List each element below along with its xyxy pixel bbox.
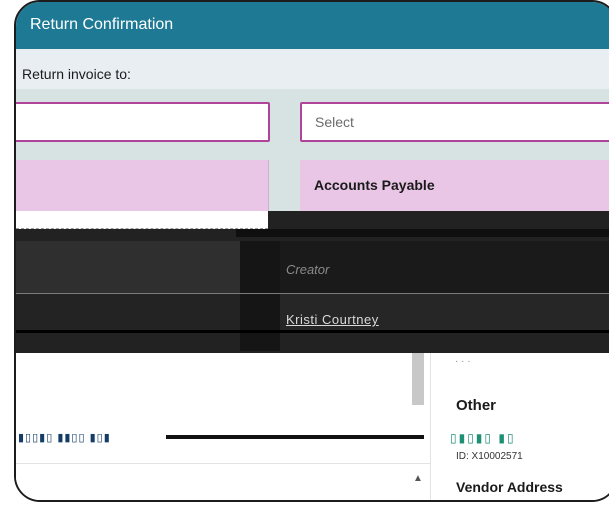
section-other-heading: Other (456, 397, 497, 414)
creator-name-link[interactable]: Kristi Courtney (286, 312, 379, 327)
scroll-up-arrow-icon[interactable]: ▲ (409, 470, 427, 488)
return-target-columns: Select Accounts Payable (16, 89, 609, 212)
vendor-details-pane: · · · Other ▯▮▯▮▯ ▮▯ ID: X10002571 Vendo… (430, 353, 609, 500)
scrollbar-thumb[interactable] (412, 353, 424, 405)
left-option-cell[interactable] (16, 160, 269, 212)
title-bar: Return Confirmation (16, 2, 609, 49)
creator-role-label: Creator (286, 262, 330, 277)
glitch-header-bar (236, 229, 609, 237)
vendor-id: ID: X10002571 (456, 451, 523, 462)
person-panel: Creator Kristi Courtney (16, 211, 609, 353)
garbled-text: ▮▯▯▮▯ ▮▮▯▯ ▮▯▮ (18, 432, 111, 444)
return-invoice-row: Return invoice to: (16, 49, 609, 89)
vendor-name-garbled: ▯▮▯▮▯ ▮▯ (450, 431, 516, 445)
glitch-post (240, 241, 280, 351)
glitch-white-strip (16, 211, 268, 229)
dialog-title: Return Confirmation (30, 16, 174, 33)
dialog-window: Return Confirmation Return invoice to: S… (14, 0, 609, 502)
return-select[interactable]: Select (300, 102, 609, 142)
divider (166, 435, 424, 439)
select-placeholder: Select (315, 114, 354, 130)
divider (16, 463, 430, 464)
invoice-list-pane: ▮▯▯▮▯ ▮▮▯▯ ▮▯▮ ▲ (16, 353, 430, 500)
glitch-band (16, 241, 240, 293)
glitch-band (16, 294, 240, 330)
vendor-address-heading: Vendor Address (456, 479, 563, 495)
garbled-text: · · · (455, 356, 471, 367)
accounts-payable-option[interactable]: Accounts Payable (300, 160, 609, 212)
divider (16, 330, 609, 333)
accounts-payable-label: Accounts Payable (314, 177, 435, 193)
return-input-left[interactable] (16, 102, 270, 142)
lower-panel: ▮▯▯▮▯ ▮▮▯▯ ▮▯▮ ▲ · · · Other ▯▮▯▮▯ ▮▯ ID… (16, 353, 609, 500)
return-invoice-label: Return invoice to: (22, 66, 131, 82)
